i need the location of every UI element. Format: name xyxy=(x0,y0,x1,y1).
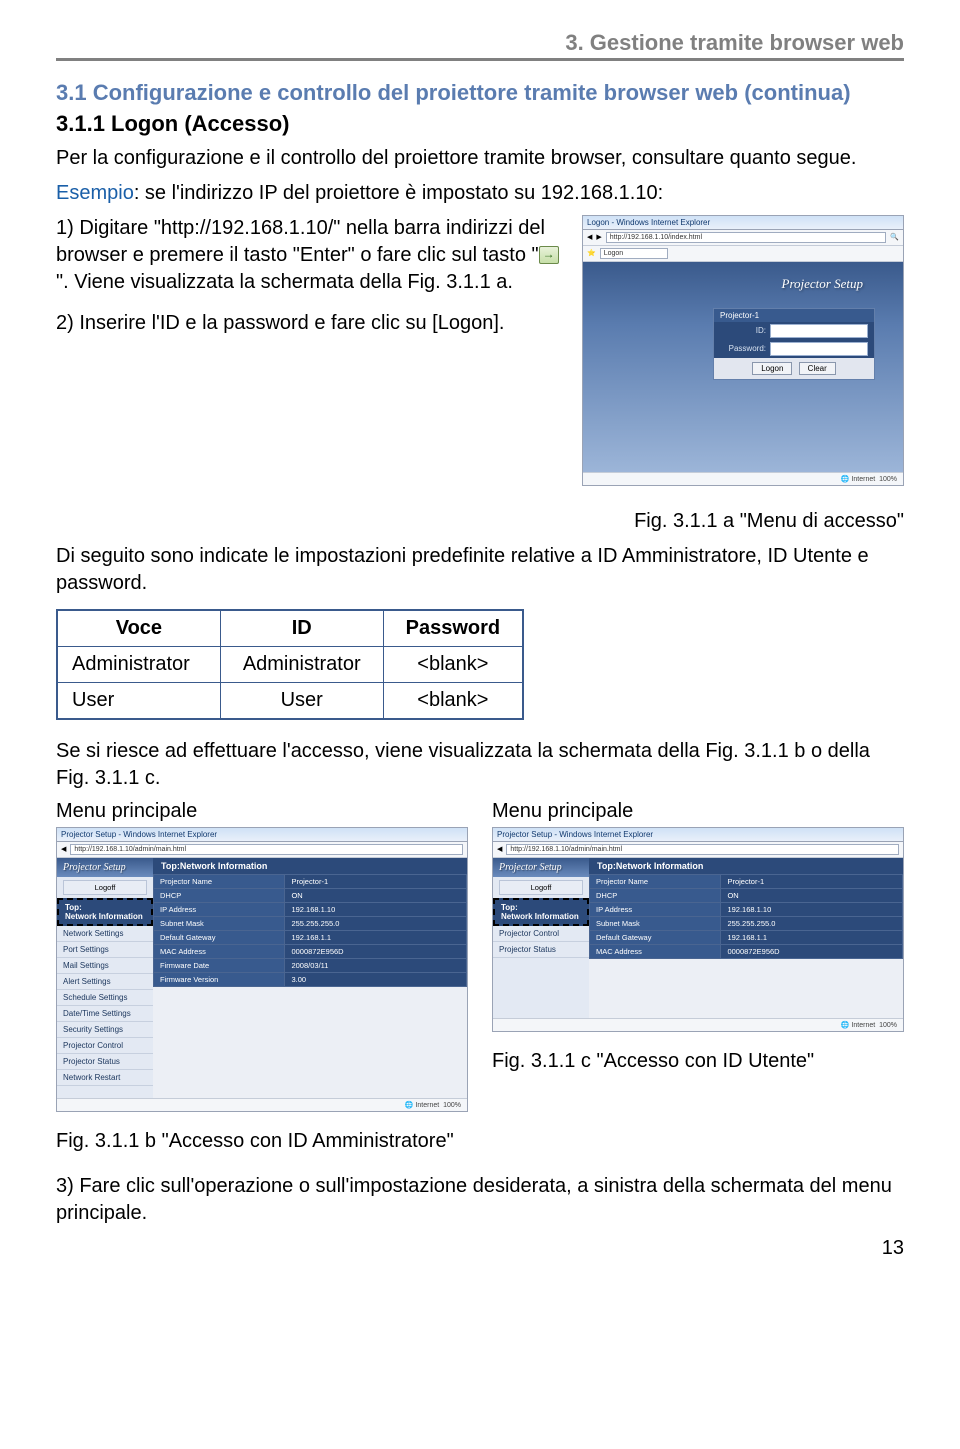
sidebar-item[interactable]: Network Settings xyxy=(57,926,153,942)
go-arrow-icon: → xyxy=(539,246,559,264)
step-3: 3) Fare clic sull'operazione o sull'impo… xyxy=(56,1173,904,1227)
browser-tabbar: ⭐ Logon xyxy=(583,246,903,262)
logon-button[interactable]: Logon xyxy=(752,362,792,375)
browser-toolbar: ◀ http://192.168.1.10/admin/main.html xyxy=(493,842,903,858)
page-header: 3. Gestione tramite browser web xyxy=(56,30,904,61)
clear-button[interactable]: Clear xyxy=(799,362,836,375)
logoff-button[interactable]: Logoff xyxy=(499,880,583,895)
projector-name: Projector-1 xyxy=(720,311,759,320)
tab-label: Logon xyxy=(600,248,668,259)
nav-fwd-icon: ▶ xyxy=(596,233,601,241)
step-2: 2) Inserire l'ID e la password e fare cl… xyxy=(56,310,564,337)
main-area: Top:Network Information Projector NamePr… xyxy=(589,858,903,1018)
browser-statusbar: 🌐 Internet 100% xyxy=(57,1098,467,1111)
projector-setup-logo: Projector Setup xyxy=(57,858,153,877)
projector-setup-logo: Projector Setup xyxy=(493,858,589,877)
after-fig-a: Di seguito sono indicate le impostazioni… xyxy=(56,543,904,597)
password-input[interactable] xyxy=(770,342,868,356)
th-id: ID xyxy=(220,610,383,647)
sidebar-item-top[interactable]: Top: Network Information xyxy=(493,898,589,926)
sidebar-item[interactable]: Projector Control xyxy=(57,1038,153,1054)
fig-c-caption: Fig. 3.1.1 c "Accesso con ID Utente" xyxy=(492,1050,904,1073)
sidebar-item[interactable]: Projector Status xyxy=(493,942,589,958)
nav-back-icon: ◀ xyxy=(587,233,592,241)
logon-screenshot: Logon - Windows Internet Explorer ◀ ▶ ht… xyxy=(582,215,904,486)
main-heading: Top:Network Information xyxy=(589,858,903,874)
subsection-title: 3.1.1 Logon (Accesso) xyxy=(56,111,904,137)
sidebar: Projector Setup Logoff Top: Network Info… xyxy=(57,858,153,1098)
browser-toolbar: ◀ ▶ http://192.168.1.10/index.html 🔍 xyxy=(583,230,903,246)
address-bar[interactable]: http://192.168.1.10/index.html xyxy=(606,232,887,243)
menu-principale-label-right: Menu principale xyxy=(492,800,904,823)
after-table: Se si riesce ad effettuare l'accesso, vi… xyxy=(56,738,904,792)
browser-titlebar: Projector Setup - Windows Internet Explo… xyxy=(493,828,903,842)
esempio-label: Esempio xyxy=(56,182,134,204)
user-screenshot: Projector Setup - Windows Internet Explo… xyxy=(492,827,904,1032)
intro-text: Per la configurazione e il controllo del… xyxy=(56,145,904,172)
sidebar-item[interactable]: Network Restart xyxy=(57,1070,153,1086)
logon-page-body: Projector Setup Projector-1 ID: Password… xyxy=(583,262,903,472)
sidebar-item[interactable]: Projector Status xyxy=(57,1054,153,1070)
page-number: 13 xyxy=(56,1237,904,1260)
esempio-line: Esempio: se l'indirizzo IP del proiettor… xyxy=(56,180,904,207)
table-row: Administrator Administrator <blank> xyxy=(57,646,523,682)
menu-principale-label-left: Menu principale xyxy=(56,800,468,823)
internet-icon: 🌐 xyxy=(841,1022,852,1029)
browser-titlebar: Logon - Windows Internet Explorer xyxy=(583,216,903,230)
sidebar-item-top[interactable]: Top: Network Information xyxy=(57,898,153,926)
internet-icon: 🌐 xyxy=(841,476,852,483)
sidebar-item[interactable]: Schedule Settings xyxy=(57,990,153,1006)
sidebar: Projector Setup Logoff Top: Network Info… xyxy=(493,858,589,1018)
step-1: 1) Digitare "http://192.168.1.10/" nella… xyxy=(56,215,564,296)
sidebar-item[interactable]: Date/Time Settings xyxy=(57,1006,153,1022)
logoff-button[interactable]: Logoff xyxy=(63,880,147,895)
browser-toolbar: ◀ http://192.168.1.10/admin/main.html xyxy=(57,842,467,858)
sidebar-item[interactable]: Mail Settings xyxy=(57,958,153,974)
password-label: Password: xyxy=(720,344,766,353)
sidebar-item[interactable]: Security Settings xyxy=(57,1022,153,1038)
admin-screenshot: Projector Setup - Windows Internet Explo… xyxy=(56,827,468,1112)
favorites-icon: ⭐ xyxy=(587,249,596,257)
fig-b-caption: Fig. 3.1.1 b "Accesso con ID Amministrat… xyxy=(56,1130,468,1153)
credentials-table: Voce ID Password Administrator Administr… xyxy=(56,609,524,720)
info-table: Projector NameProjector-1 DHCPON IP Addr… xyxy=(589,874,903,959)
id-input[interactable] xyxy=(770,324,868,338)
sidebar-item[interactable]: Alert Settings xyxy=(57,974,153,990)
fig-a-caption: Fig. 3.1.1 a "Menu di accesso" xyxy=(56,510,904,533)
section-title: 3.1 Configurazione e controllo del proie… xyxy=(56,79,904,107)
sidebar-item[interactable]: Port Settings xyxy=(57,942,153,958)
esempio-text: : se l'indirizzo IP del proiettore è imp… xyxy=(134,182,663,204)
address-bar[interactable]: http://192.168.1.10/admin/main.html xyxy=(70,844,463,855)
th-voce: Voce xyxy=(57,610,220,647)
table-row: User User <blank> xyxy=(57,682,523,719)
browser-statusbar: 🌐 Internet 100% xyxy=(493,1018,903,1031)
browser-titlebar: Projector Setup - Windows Internet Explo… xyxy=(57,828,467,842)
main-area: Top:Network Information Projector NamePr… xyxy=(153,858,467,1098)
info-table: Projector NameProjector-1 DHCPON IP Addr… xyxy=(153,874,467,987)
login-box: Projector-1 ID: Password: Logon Clear xyxy=(713,308,875,380)
sidebar-item[interactable]: Projector Control xyxy=(493,926,589,942)
address-bar[interactable]: http://192.168.1.10/admin/main.html xyxy=(506,844,899,855)
search-icon: 🔍 xyxy=(890,233,899,241)
projector-setup-logo: Projector Setup xyxy=(593,272,893,292)
th-password: Password xyxy=(383,610,523,647)
internet-icon: 🌐 xyxy=(405,1102,416,1109)
browser-statusbar: 🌐 Internet 100% xyxy=(583,472,903,485)
id-label: ID: xyxy=(720,326,766,335)
nav-back-icon: ◀ xyxy=(497,845,502,853)
main-heading: Top:Network Information xyxy=(153,858,467,874)
nav-back-icon: ◀ xyxy=(61,845,66,853)
